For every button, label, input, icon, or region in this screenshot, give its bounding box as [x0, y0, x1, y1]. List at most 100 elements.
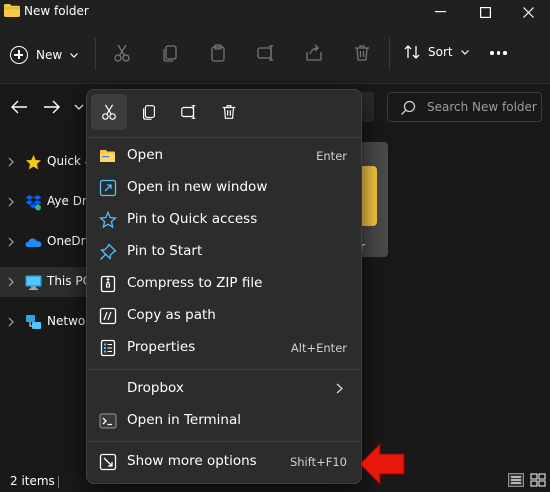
sort-button[interactable]: Sort — [404, 44, 469, 60]
dropbox-icon — [25, 195, 42, 211]
rename-icon[interactable] — [256, 43, 276, 63]
delete-icon[interactable] — [352, 43, 372, 63]
open-new-window-icon — [99, 179, 117, 197]
menu-item-copy-as-path[interactable]: Copy as path — [91, 301, 357, 331]
forward-arrow-icon[interactable] — [43, 99, 61, 115]
rename-icon — [181, 105, 196, 119]
menu-item-properties[interactable]: Properties Alt+Enter — [91, 333, 357, 363]
copy-button[interactable] — [131, 94, 167, 130]
menu-item-dropbox[interactable]: Dropbox — [91, 374, 357, 404]
cut-icon — [102, 104, 116, 120]
address-bar[interactable] — [360, 92, 374, 122]
menu-item-compress-zip[interactable]: Compress to ZIP file — [91, 269, 357, 299]
folder-icon — [362, 166, 377, 226]
toolbar-divider — [389, 38, 390, 70]
sidebar-item-quick-access[interactable]: Quick a — [0, 147, 92, 177]
menu-separator — [87, 137, 361, 138]
context-quick-actions — [91, 94, 251, 130]
onedrive-cloud-icon — [25, 238, 42, 247]
menu-item-label: Open — [127, 147, 164, 163]
menu-item-shortcut: Enter — [316, 149, 347, 163]
menu-item-show-more-options[interactable]: Show more options Shift+F10 — [91, 447, 357, 477]
menu-item-label: Dropbox — [127, 380, 184, 396]
chevron-right-icon[interactable] — [8, 197, 14, 207]
cut-icon[interactable] — [112, 43, 132, 63]
close-icon — [522, 6, 534, 18]
chevron-right-icon[interactable] — [8, 317, 14, 327]
chevron-down-icon — [460, 49, 469, 55]
minimize-icon — [434, 11, 446, 13]
zip-icon — [100, 275, 116, 293]
command-bar: New Sort — [0, 26, 550, 84]
details-view-icon[interactable] — [508, 473, 524, 487]
sidebar-item-label: OneDri — [47, 234, 89, 248]
chevron-right-icon — [336, 383, 343, 394]
menu-item-pin-to-start[interactable]: Pin to Start — [91, 237, 357, 267]
more-dot — [496, 51, 500, 55]
more-dot — [503, 51, 507, 55]
tiles-view-icon[interactable] — [530, 473, 546, 487]
chevron-down-icon — [70, 52, 79, 58]
menu-item-label: Show more options — [127, 453, 257, 469]
menu-item-label: Open in Terminal — [127, 412, 241, 428]
copy-path-icon — [99, 307, 117, 325]
menu-item-label: Open in new window — [127, 179, 268, 195]
chevron-right-icon[interactable] — [8, 277, 14, 287]
sort-icon — [404, 45, 420, 59]
folder-icon — [4, 4, 20, 17]
pin-star-icon — [99, 211, 117, 229]
back-arrow-icon[interactable] — [10, 99, 28, 115]
search-box[interactable]: Search New folder — [387, 92, 542, 122]
chevron-right-icon[interactable] — [8, 237, 14, 247]
monitor-icon — [25, 275, 42, 290]
rename-button[interactable] — [171, 94, 207, 130]
menu-item-label: Properties — [127, 339, 196, 355]
toolbar-divider — [95, 38, 96, 70]
menu-item-label: Copy as path — [127, 307, 216, 323]
chevron-right-icon[interactable] — [8, 157, 14, 167]
sort-label: Sort — [428, 45, 453, 59]
see-more-button[interactable] — [490, 51, 507, 55]
sidebar-item-this-pc[interactable]: This PC — [0, 267, 91, 297]
menu-item-open[interactable]: Open Enter — [91, 141, 357, 171]
show-more-icon — [99, 453, 117, 471]
star-icon — [26, 155, 41, 170]
item-count: 2 items — [10, 474, 55, 488]
cut-button[interactable] — [91, 94, 127, 130]
menu-separator — [87, 441, 361, 442]
context-menu: Open Enter Open in new window Pin to Qui… — [86, 89, 362, 484]
sidebar-item-onedrive[interactable]: OneDri — [0, 227, 90, 257]
properties-icon — [100, 339, 116, 357]
delete-icon — [222, 105, 236, 119]
menu-item-open-terminal[interactable]: Open in Terminal — [91, 406, 357, 436]
copy-icon[interactable] — [160, 43, 180, 63]
paste-icon[interactable] — [208, 43, 228, 63]
search-placeholder: Search New folder — [427, 100, 537, 114]
window-title: New folder — [24, 4, 89, 18]
menu-separator — [87, 369, 361, 370]
sidebar-item-network[interactable]: Networ — [0, 307, 90, 337]
menu-item-pin-quick-access[interactable]: Pin to Quick access — [91, 205, 357, 235]
terminal-icon — [99, 413, 117, 429]
share-icon[interactable] — [304, 43, 324, 63]
new-button[interactable]: New — [10, 42, 79, 68]
minimize-button[interactable] — [418, 0, 462, 24]
annotation-arrow-icon — [359, 442, 405, 486]
recent-locations-chevron-icon[interactable] — [74, 99, 84, 115]
close-button[interactable] — [506, 0, 550, 24]
sidebar-item-label: Networ — [47, 314, 91, 328]
menu-item-shortcut: Shift+F10 — [289, 455, 347, 469]
delete-button[interactable] — [211, 94, 247, 130]
folder-open-icon — [100, 150, 115, 162]
copy-icon — [143, 105, 155, 120]
menu-item-shortcut: Alt+Enter — [290, 341, 347, 355]
plus-icon — [10, 46, 28, 64]
sidebar-item-dropbox[interactable]: Aye Dro — [0, 187, 94, 217]
maximize-button[interactable] — [463, 0, 507, 24]
menu-item-label: Pin to Quick access — [127, 211, 258, 227]
network-icon — [26, 315, 41, 329]
search-icon — [401, 100, 416, 115]
menu-item-label: Compress to ZIP file — [127, 275, 263, 291]
menu-item-label: Pin to Start — [127, 243, 203, 259]
menu-item-open-new-window[interactable]: Open in new window — [91, 173, 357, 203]
